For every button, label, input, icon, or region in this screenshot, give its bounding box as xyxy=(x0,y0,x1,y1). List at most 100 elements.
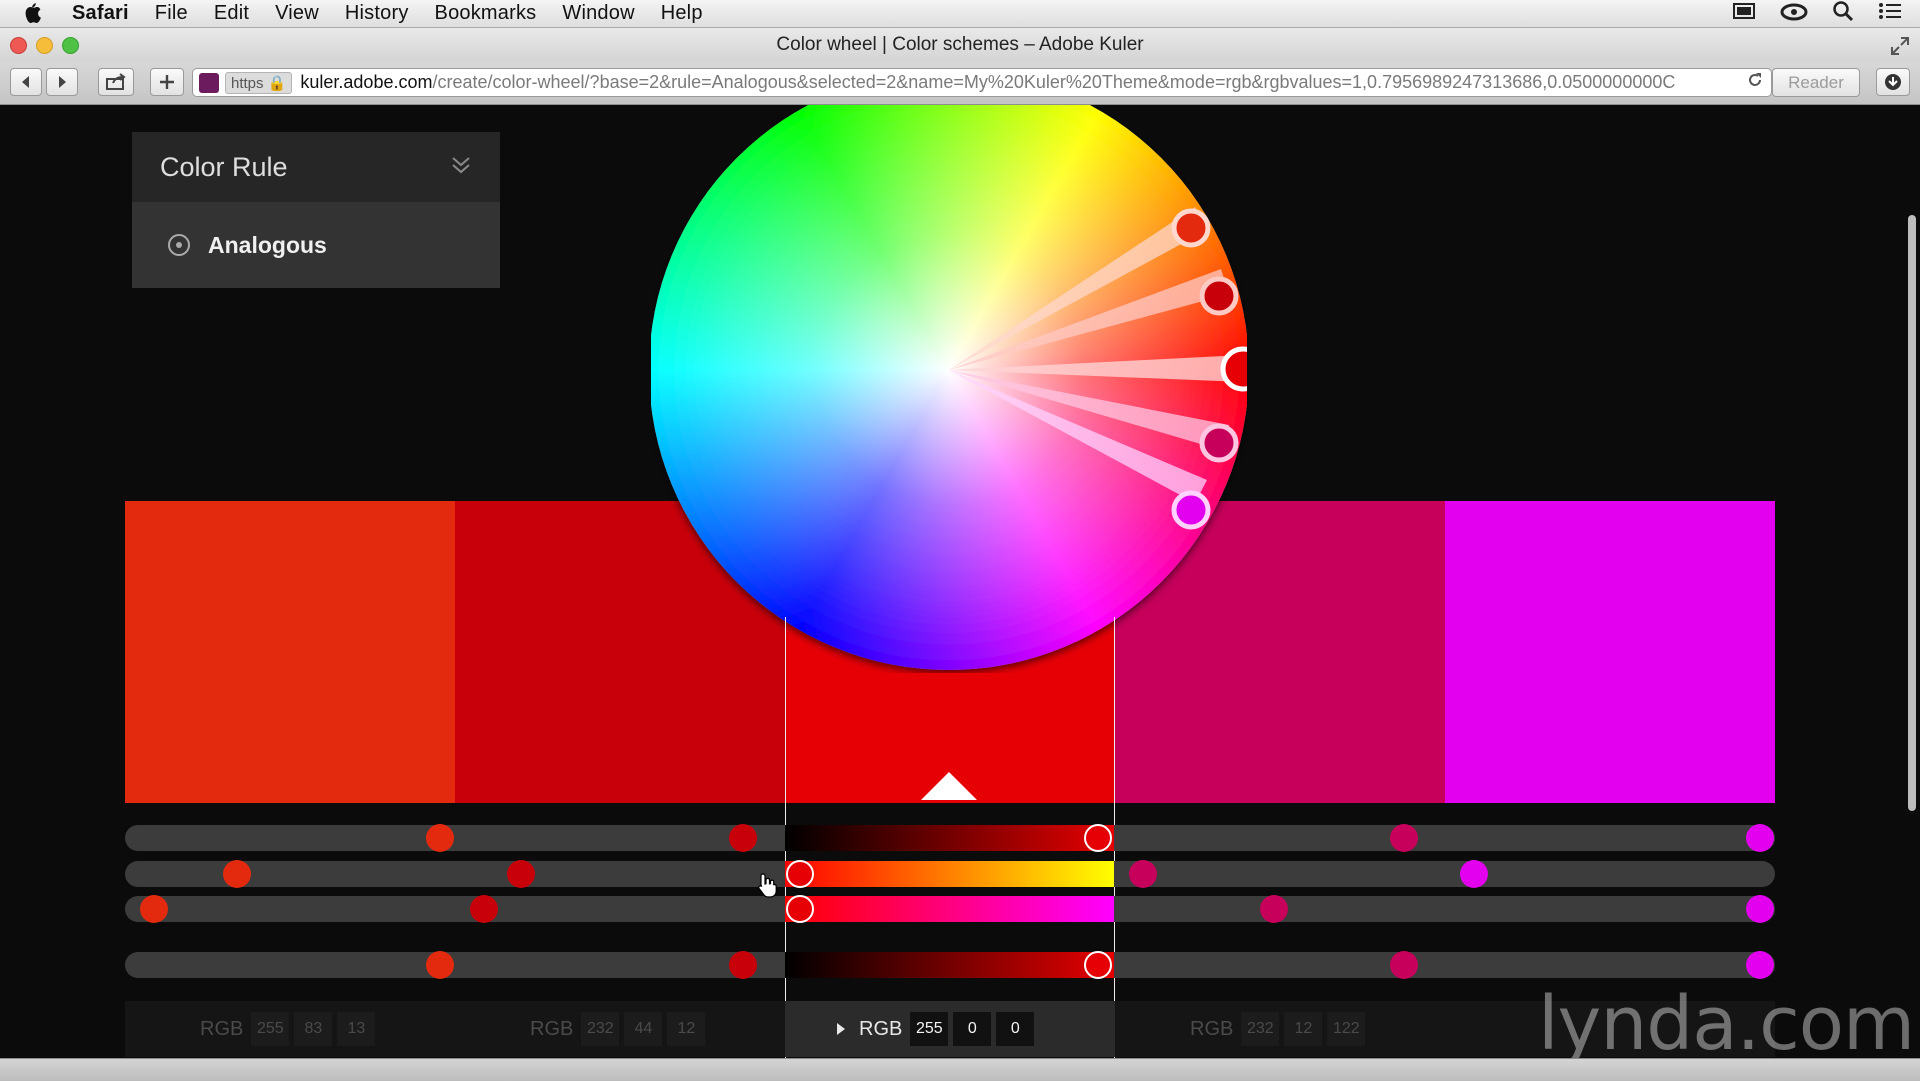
swatch-4-values: RGB 232 12 122 xyxy=(1190,1001,1370,1057)
slider-knob[interactable] xyxy=(1129,860,1157,888)
slider-knob[interactable] xyxy=(1746,895,1774,923)
slider-green-channel[interactable] xyxy=(785,861,1114,887)
wheel-handle-4[interactable] xyxy=(1199,423,1239,463)
color-mode-label: RGB xyxy=(1190,1017,1234,1040)
address-bar[interactable]: https 🔒 kuler.adobe.com /create/color-wh… xyxy=(192,68,1772,97)
hand-cursor-icon xyxy=(757,872,779,903)
swatch-1[interactable] xyxy=(125,501,455,803)
color-wheel[interactable] xyxy=(649,105,1266,673)
green-value-field[interactable]: 0 xyxy=(953,1012,992,1046)
color-mode-label: RGB xyxy=(530,1017,574,1040)
red-value-field[interactable]: 232 xyxy=(1241,1012,1280,1046)
slider-knob[interactable] xyxy=(1460,860,1488,888)
slider-knob-selected[interactable] xyxy=(1084,824,1112,852)
red-value-field[interactable]: 255 xyxy=(251,1012,290,1046)
chevron-down-icon[interactable] xyxy=(450,152,472,183)
menu-history[interactable]: History xyxy=(345,2,409,25)
download-icon xyxy=(1885,74,1901,90)
wheel-handle-2[interactable] xyxy=(1199,276,1239,316)
reload-icon[interactable] xyxy=(1747,72,1763,93)
wheel-handle-5[interactable] xyxy=(1171,490,1211,530)
blue-value-field[interactable]: 0 xyxy=(996,1012,1035,1046)
color-rule-selected: Analogous xyxy=(208,231,327,258)
new-tab-button[interactable] xyxy=(150,68,184,96)
menu-window[interactable]: Window xyxy=(562,2,634,25)
kuler-favicon-icon xyxy=(199,72,219,93)
menu-bookmarks[interactable]: Bookmarks xyxy=(435,2,537,25)
radio-icon xyxy=(168,234,190,256)
menu-help[interactable]: Help xyxy=(661,2,703,25)
window-title: Color wheel | Color schemes – Adobe Kule… xyxy=(776,34,1144,55)
menu-safari[interactable]: Safari xyxy=(72,2,129,25)
slider-brightness[interactable] xyxy=(785,952,1114,978)
slider-knob[interactable] xyxy=(223,860,251,888)
menu-file[interactable]: File xyxy=(155,2,188,25)
slider-knob[interactable] xyxy=(426,951,454,979)
window-zoom-button[interactable] xyxy=(62,37,79,54)
back-button[interactable] xyxy=(10,68,42,96)
slider-knob-selected[interactable] xyxy=(786,860,814,888)
red-value-field[interactable]: 255 xyxy=(910,1012,949,1046)
slider-red-channel[interactable] xyxy=(785,825,1114,851)
color-mode-label: RGB xyxy=(200,1017,244,1040)
slider-knob[interactable] xyxy=(140,895,168,923)
spotlight-search-icon[interactable] xyxy=(1832,0,1854,28)
expand-arrow-icon[interactable] xyxy=(837,1023,845,1035)
slider-knob[interactable] xyxy=(1746,824,1774,852)
green-value-field[interactable]: 12 xyxy=(1284,1012,1323,1046)
lynda-watermark: lynda.com xyxy=(1538,981,1915,1060)
mac-menu-bar: Safari File Edit View History Bookmarks … xyxy=(0,0,1920,28)
swatch-5[interactable] xyxy=(1445,501,1775,803)
wheel-handle-3-selected[interactable] xyxy=(1220,346,1266,392)
back-arrow-icon xyxy=(22,76,29,88)
slider-knob[interactable] xyxy=(470,895,498,923)
window-bottom-bar xyxy=(0,1058,1920,1081)
creative-cloud-icon[interactable] xyxy=(1780,1,1808,27)
slider-knob[interactable] xyxy=(729,824,757,852)
green-value-field[interactable]: 83 xyxy=(294,1012,333,1046)
color-rule-title: Color Rule xyxy=(160,151,288,182)
url-path: /create/color-wheel/?base=2&rule=Analogo… xyxy=(432,72,1676,92)
slider-knob[interactable] xyxy=(1390,824,1418,852)
blue-value-field[interactable]: 13 xyxy=(337,1012,376,1046)
https-lock-badge: https 🔒 xyxy=(225,71,293,94)
share-icon xyxy=(106,73,126,90)
url-host: kuler.adobe.com xyxy=(300,72,433,92)
blue-value-field[interactable]: 12 xyxy=(667,1012,706,1046)
window-minimize-button[interactable] xyxy=(36,37,53,54)
slider-knob[interactable] xyxy=(1390,951,1418,979)
apple-icon[interactable] xyxy=(22,0,56,27)
color-rule-option[interactable]: Analogous xyxy=(132,202,500,288)
swatch-2-values: RGB 232 44 12 xyxy=(530,1001,710,1057)
slider-blue-channel[interactable] xyxy=(785,896,1114,922)
forward-button[interactable] xyxy=(46,68,78,96)
wheel-handle-1[interactable] xyxy=(1171,208,1211,248)
menu-edit[interactable]: Edit xyxy=(214,2,249,25)
slider-knob[interactable] xyxy=(1260,895,1288,923)
display-icon[interactable] xyxy=(1732,1,1756,27)
share-button[interactable] xyxy=(98,68,134,96)
green-value-field[interactable]: 44 xyxy=(624,1012,663,1046)
slider-knob[interactable] xyxy=(1746,951,1774,979)
forward-arrow-icon xyxy=(59,76,66,88)
browser-toolbar: https 🔒 kuler.adobe.com /create/color-wh… xyxy=(0,62,1920,105)
window-title-bar: Color wheel | Color schemes – Adobe Kule… xyxy=(0,28,1920,62)
color-mode-label[interactable]: RGB xyxy=(859,1018,902,1041)
swatch-1-values: RGB 255 83 13 xyxy=(200,1001,380,1057)
menu-view[interactable]: View xyxy=(275,2,319,25)
slider-knob[interactable] xyxy=(507,860,535,888)
page-scrollbar[interactable] xyxy=(1908,215,1916,811)
reader-button[interactable]: Reader xyxy=(1772,68,1860,97)
downloads-button[interactable] xyxy=(1876,68,1910,96)
red-value-field[interactable]: 232 xyxy=(581,1012,620,1046)
color-rule-panel: Color Rule Analogous xyxy=(132,132,500,290)
notification-list-icon[interactable] xyxy=(1878,1,1902,27)
slider-knob-selected[interactable] xyxy=(1084,951,1112,979)
slider-knob[interactable] xyxy=(426,824,454,852)
kuler-page: Color Rule Analogous RGB 255 83 13 RGB 2… xyxy=(0,105,1920,1060)
color-rule-header[interactable]: Color Rule xyxy=(132,132,500,202)
window-close-button[interactable] xyxy=(10,37,27,54)
slider-knob-selected[interactable] xyxy=(786,895,814,923)
slider-knob[interactable] xyxy=(729,951,757,979)
blue-value-field[interactable]: 122 xyxy=(1327,1012,1366,1046)
